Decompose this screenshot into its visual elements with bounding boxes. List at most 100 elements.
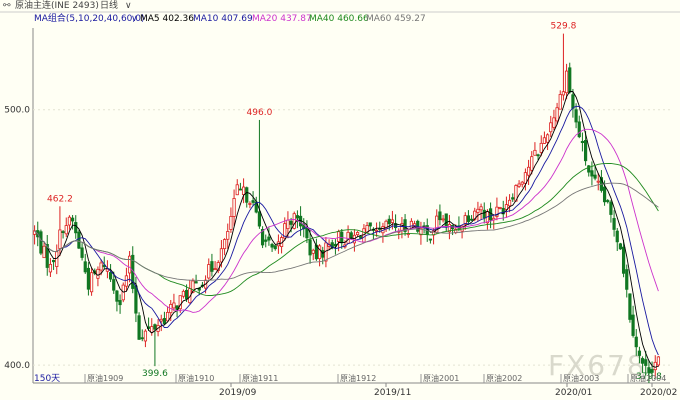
candle-body[interactable] [74,222,78,234]
candle-body[interactable] [162,318,167,325]
candle-body[interactable] [609,201,613,215]
candle-body[interactable] [99,262,103,271]
candle-body[interactable] [634,336,638,348]
candle-body[interactable] [466,215,471,222]
candle-body[interactable] [476,208,480,213]
candle-body[interactable] [251,200,255,203]
candle-body[interactable] [479,206,483,211]
candle-body[interactable] [305,227,309,239]
candle-body[interactable] [238,188,243,191]
candle-body[interactable] [523,172,528,184]
candle-body[interactable] [539,142,543,153]
candle-body[interactable] [86,267,91,290]
candle-body[interactable] [317,245,322,260]
candle-body[interactable] [295,215,300,219]
candle-body[interactable] [498,207,502,209]
candle-body[interactable] [621,246,626,274]
candle-body[interactable] [520,181,524,185]
candle-body[interactable] [226,231,230,240]
candle-body[interactable] [441,218,445,221]
candle-body[interactable] [564,70,569,94]
candle-body[interactable] [83,261,87,273]
candle-body[interactable] [590,170,594,177]
candle-body[interactable] [108,272,113,280]
candle-body[interactable] [362,228,366,243]
candle-body[interactable] [517,183,521,187]
candle-body[interactable] [488,208,493,221]
candle-body[interactable] [42,245,46,259]
candle-body[interactable] [134,285,138,314]
candle-body[interactable] [270,243,274,248]
candle-body[interactable] [580,141,585,144]
candle-body[interactable] [438,211,442,221]
price-chart[interactable]: 500.0400.0 FX678462.2399.6496.0529.8379.8… [0,0,680,400]
candle-body[interactable] [143,330,148,342]
candle-body[interactable] [606,200,610,203]
candle-body[interactable] [39,231,43,254]
candle-body[interactable] [469,218,474,221]
candle-body[interactable] [267,236,271,241]
candle-body[interactable] [286,219,290,230]
candle-body[interactable] [640,358,645,364]
candle-body[interactable] [542,137,547,144]
candle-body[interactable] [561,91,566,96]
candle-body[interactable] [400,223,404,231]
candle-body[interactable] [577,121,581,138]
candle-body[interactable] [181,290,186,297]
candle-body[interactable] [593,174,597,179]
candle-body[interactable] [355,232,360,236]
candle-body[interactable] [61,231,65,233]
candle-body[interactable] [374,229,379,232]
candle-body[interactable] [656,356,661,366]
candle-body[interactable] [533,149,537,156]
candle-body[interactable] [184,289,189,300]
candle-body[interactable] [219,248,224,263]
candle-body[interactable] [89,272,94,293]
candle-body[interactable] [172,302,176,309]
candle-body[interactable] [568,67,572,93]
candle-body[interactable] [618,243,623,250]
candle-body[interactable] [112,279,116,291]
candle-body[interactable] [552,117,556,128]
candle-body[interactable] [124,275,129,287]
candle-body[interactable] [273,245,277,250]
candle-body[interactable] [463,215,467,225]
candle-body[interactable] [308,239,312,256]
candle-body[interactable] [207,264,211,279]
candle-body[interactable] [159,318,163,322]
candle-body[interactable] [77,231,81,249]
candle-body[interactable] [387,218,391,225]
candle-body[interactable] [558,94,562,110]
candle-body[interactable] [127,255,132,274]
candle-body[interactable] [210,261,214,272]
candle-body[interactable] [96,268,100,279]
candle-body[interactable] [596,180,600,183]
candle-body[interactable] [615,230,619,243]
candle-body[interactable] [511,197,515,200]
candle-body[interactable] [346,231,350,244]
candle-body[interactable] [264,239,268,242]
candle-body[interactable] [194,281,198,284]
candle-body[interactable] [368,222,372,227]
candle-body[interactable] [390,219,395,223]
candle-body[interactable] [64,225,68,235]
candle-body[interactable] [241,186,246,195]
candle-body[interactable] [150,326,154,333]
candle-body[interactable] [526,166,531,176]
candle-body[interactable] [644,359,648,366]
candle-body[interactable] [549,122,553,133]
candle-body[interactable] [530,156,534,171]
candle-body[interactable] [653,361,657,371]
candle-body[interactable] [482,209,486,219]
candle-body[interactable] [55,251,59,267]
candle-body[interactable] [248,203,252,205]
candle-body[interactable] [625,269,629,290]
candle-body[interactable] [137,315,141,340]
candle-body[interactable] [80,247,84,258]
candle-body[interactable] [70,217,75,222]
candle-body[interactable] [555,107,559,122]
candle-body[interactable] [545,134,550,143]
candle-body[interactable] [58,229,62,249]
candle-body[interactable] [336,231,341,242]
candle-body[interactable] [140,337,144,340]
